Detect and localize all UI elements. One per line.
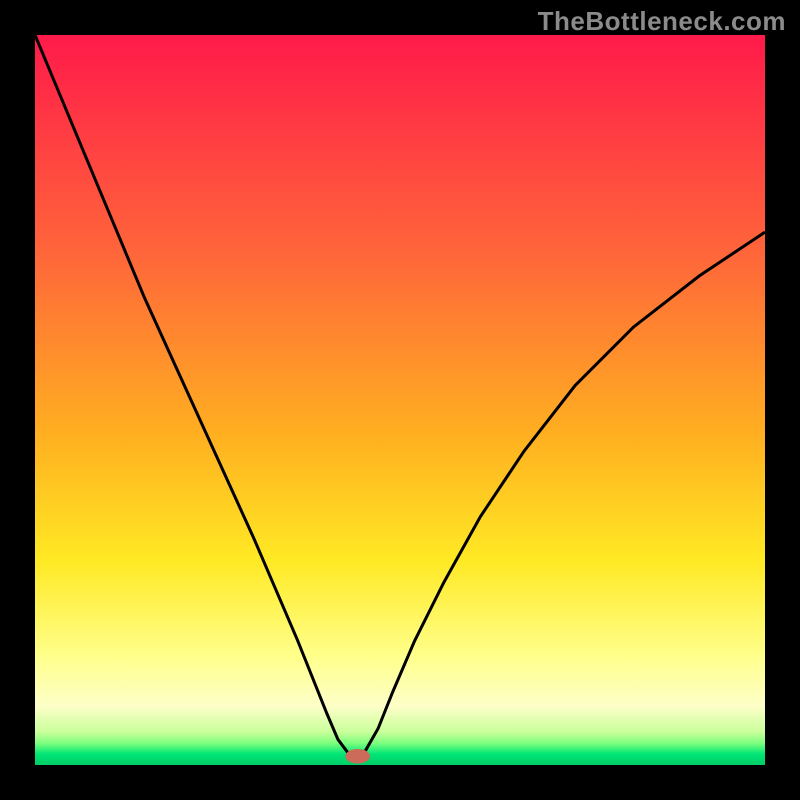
bottleneck-chart [35, 35, 765, 765]
gradient-background [35, 35, 765, 765]
watermark-text: TheBottleneck.com [538, 6, 786, 37]
plot-area [35, 35, 765, 765]
chart-frame: TheBottleneck.com [0, 0, 800, 800]
bottleneck-marker [345, 749, 370, 764]
